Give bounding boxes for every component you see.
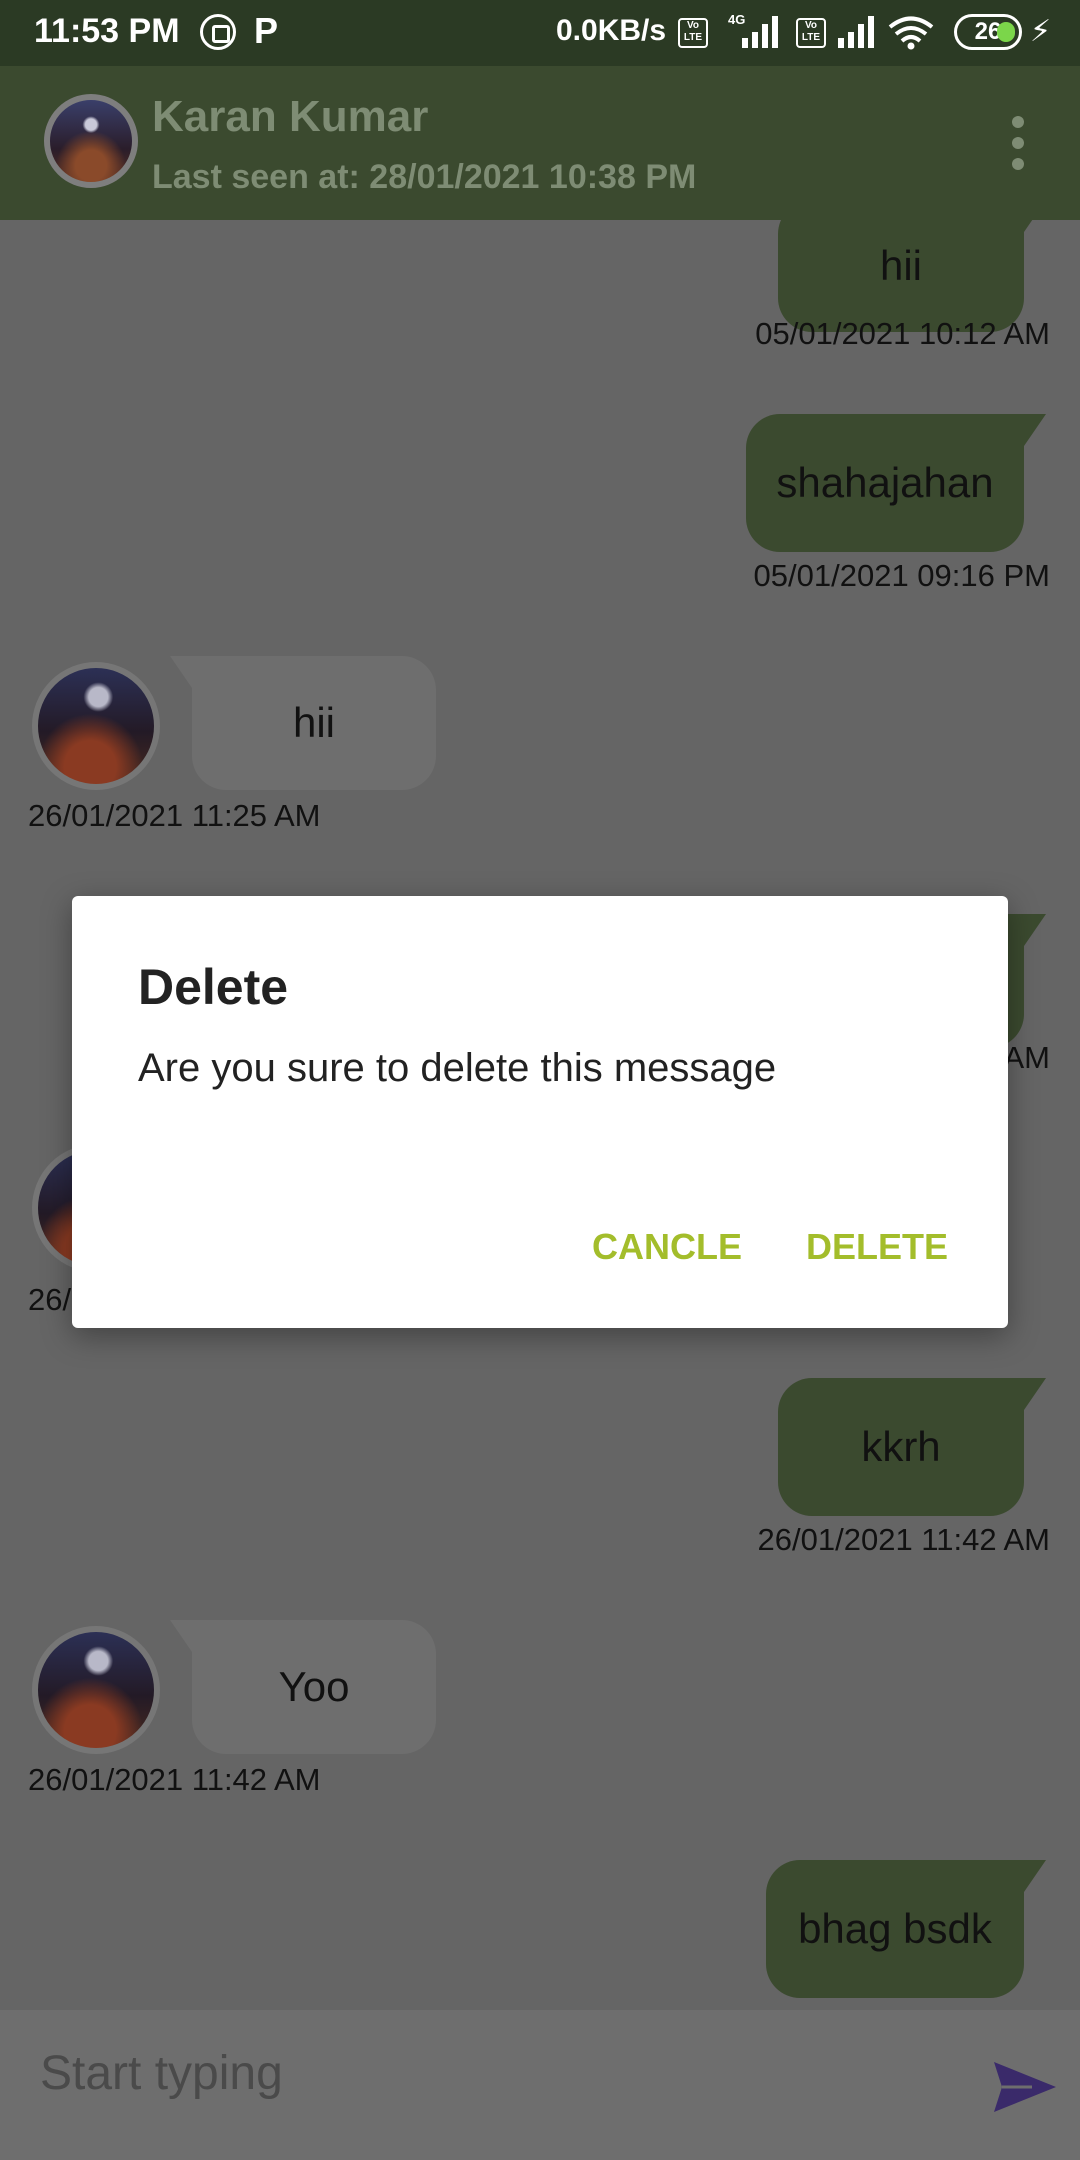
dialog-title: Delete: [138, 959, 289, 1015]
p-icon: P: [254, 10, 279, 51]
status-bar: 11:53 PM P 0.0KB/s Vo LTE 4G Vo LTE 26 ⚡: [0, 0, 1080, 66]
data-speed: 0.0KB/s: [556, 14, 667, 47]
dialog-message: Are you sure to delete this message: [138, 1046, 777, 1090]
more-vert-icon[interactable]: [1006, 116, 1030, 170]
send-icon[interactable]: [992, 2060, 1058, 2114]
message-bubble-outgoing[interactable]: shahajahan: [746, 414, 1046, 552]
delete-dialog: Delete Are you sure to delete this messa…: [72, 896, 1008, 1328]
contact-name: Karan Kumar: [152, 92, 429, 141]
message-timestamp: AM: [1003, 1040, 1051, 1075]
message-timestamp: 05/01/2021 10:12 AM: [755, 316, 1050, 351]
message-timestamp: 26/01/2021 11:42 AM: [28, 1762, 321, 1797]
status-time: 11:53 PM: [34, 12, 180, 50]
battery-icon: 26: [954, 14, 1022, 50]
sender-avatar[interactable]: [32, 662, 160, 790]
message-timestamp: 26/01/2021 11:42 AM: [757, 1522, 1050, 1557]
message-text: hii: [292, 699, 336, 746]
message-bubble-incoming[interactable]: hii: [170, 656, 436, 790]
battery-level: 26: [974, 18, 1002, 45]
message-text: kkrh: [861, 1423, 941, 1470]
message-text: Yoo: [278, 1663, 350, 1710]
cancel-button[interactable]: CANCLE: [592, 1226, 742, 1268]
message-timestamp: 26/: [28, 1282, 72, 1317]
whatsapp-icon: [200, 14, 236, 50]
message-timestamp: 05/01/2021 09:16 PM: [753, 558, 1050, 593]
wifi-icon: [888, 16, 934, 50]
message-text: shahajahan: [776, 459, 994, 506]
message-timestamp: 26/01/2021 11:25 AM: [28, 798, 321, 833]
message-text: bhag bsdk: [798, 1905, 992, 1952]
sender-avatar[interactable]: [32, 1626, 160, 1754]
message-bubble-outgoing[interactable]: bhag bsdk: [766, 1860, 1046, 1998]
volte-icon: Vo LTE: [796, 18, 826, 48]
app-bar: Karan Kumar Last seen at: 28/01/2021 10:…: [0, 66, 1080, 220]
contact-avatar[interactable]: [44, 94, 138, 188]
message-bubble-incoming[interactable]: Yoo: [170, 1620, 436, 1754]
signal-icon: [734, 16, 780, 48]
volte-icon: Vo LTE: [678, 18, 708, 48]
last-seen: Last seen at: 28/01/2021 10:38 PM: [152, 158, 697, 196]
charging-icon: ⚡: [1030, 15, 1052, 48]
message-input-bar: Start typing: [0, 2010, 1080, 2160]
message-input[interactable]: Start typing: [40, 2046, 283, 2101]
message-bubble-outgoing[interactable]: kkrh: [778, 1378, 1046, 1516]
signal-icon: [830, 16, 876, 48]
delete-button[interactable]: DELETE: [806, 1226, 948, 1268]
message-text: hii: [879, 242, 923, 289]
